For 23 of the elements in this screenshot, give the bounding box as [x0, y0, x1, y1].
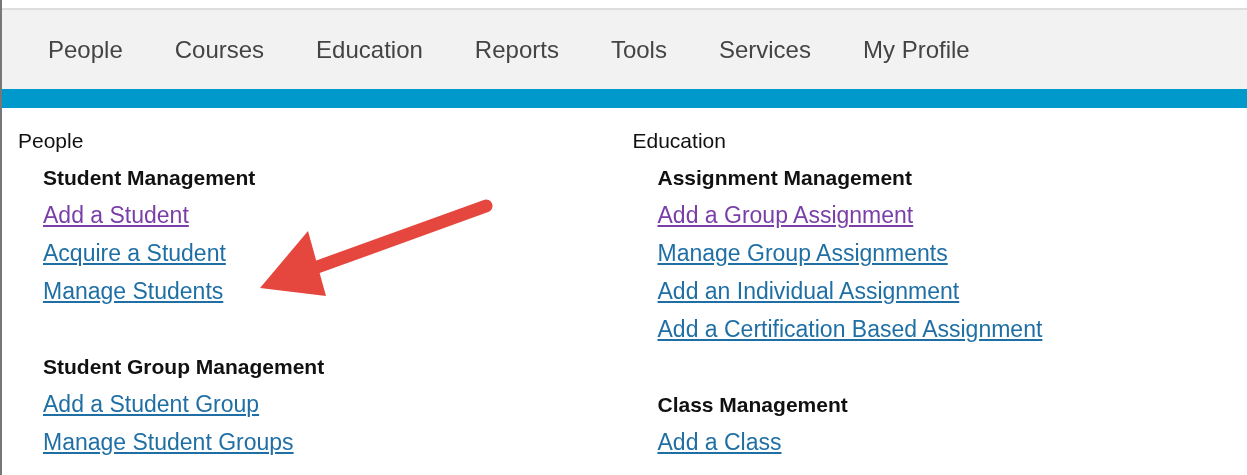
nav-tab[interactable]: Services: [718, 35, 811, 64]
menu-link[interactable]: Manage Student Groups: [43, 426, 294, 464]
group-heading: Class Management: [657, 392, 849, 418]
menu-link[interactable]: Add a Certification Based Assignment: [657, 313, 1043, 351]
menu-link[interactable]: Manage Group Assignments: [657, 237, 948, 275]
menu-link[interactable]: Add a Class: [657, 426, 782, 464]
nav-tab[interactable]: Education: [316, 35, 423, 64]
menu-link[interactable]: Add a Group Assignment: [657, 199, 914, 237]
nav-tab[interactable]: People: [48, 35, 123, 64]
group-heading: Student Group Management: [43, 354, 326, 380]
menu-link[interactable]: Acquire a Student: [43, 237, 226, 275]
section-heading: People: [18, 128, 85, 154]
menu-link[interactable]: Manage Students: [43, 275, 224, 313]
menu-link[interactable]: Add a Student: [43, 199, 189, 237]
menu-link[interactable]: Add an Individual Assignment: [657, 275, 960, 313]
nav-tab[interactable]: Courses: [174, 35, 265, 64]
group-heading: Student Management: [43, 165, 257, 191]
nav-tab[interactable]: Tools: [610, 35, 667, 64]
nav-tab[interactable]: My Profile: [862, 35, 970, 64]
section-heading: Education: [632, 128, 727, 154]
menu-link[interactable]: Add a Student Group: [43, 388, 260, 426]
nav-tab[interactable]: Reports: [474, 35, 559, 64]
group-heading: Assignment Management: [657, 165, 913, 191]
